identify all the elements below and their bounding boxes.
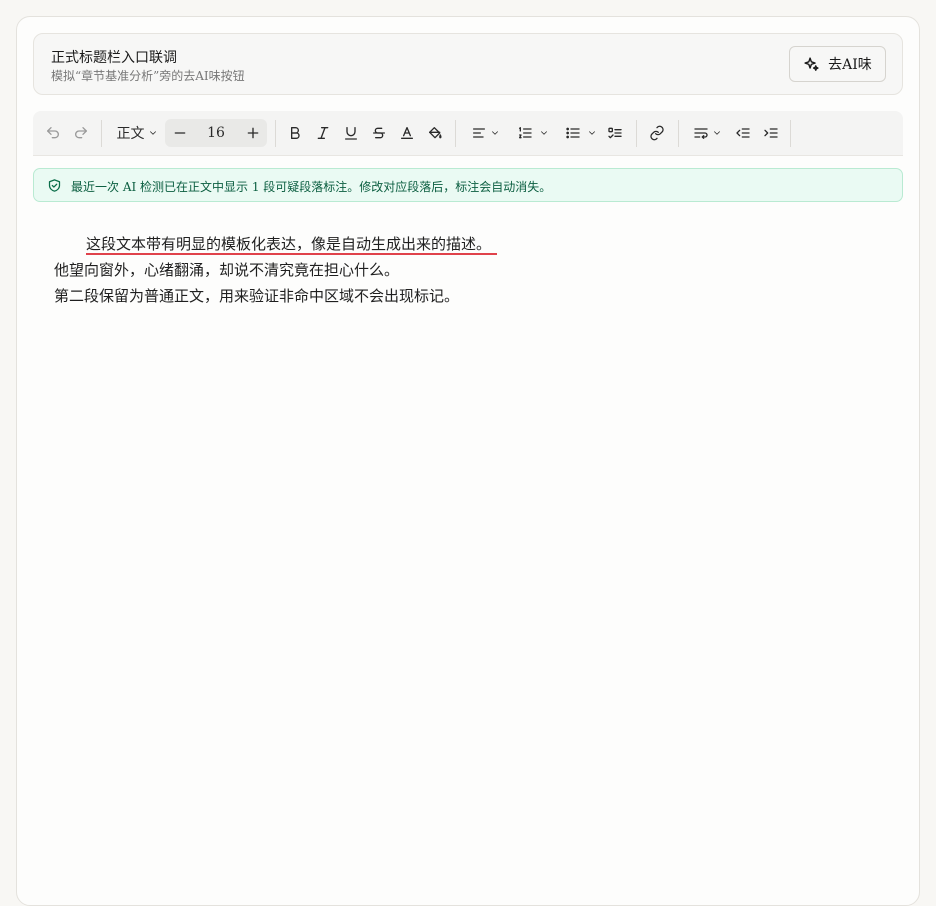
title-bar: 正式标题栏入口联调 模拟“章节基准分析”旁的去AI味按钮 去AI味	[33, 33, 903, 95]
toolbar-divider	[101, 120, 102, 147]
redo-icon	[75, 127, 87, 139]
editor-paragraph[interactable]: 第二段保留为普通正文，用来验证非命中区域不会出现标记。	[54, 283, 894, 309]
toolbar-divider	[790, 120, 791, 147]
font-size-decrease-button[interactable]	[169, 111, 191, 155]
indent-button[interactable]	[761, 111, 781, 155]
italic-button[interactable]	[313, 111, 333, 155]
toolbar-divider	[636, 120, 637, 147]
bold-button[interactable]	[285, 111, 305, 155]
chevron-down-icon	[713, 131, 720, 135]
line-spacing-icon	[693, 128, 708, 139]
line-spacing-select[interactable]	[689, 111, 725, 155]
font-size-increase-button[interactable]	[242, 111, 264, 155]
editor-content[interactable]: 这段文本带有明显的模板化表达，像是自动生成出来的描述。 他望向窗外，心绪翻涌，却…	[54, 231, 894, 309]
deai-button-label: 去AI味	[828, 57, 872, 73]
text-color-button[interactable]	[397, 111, 417, 155]
ordered-list-select[interactable]	[513, 111, 553, 155]
flagged-paragraph[interactable]: 这段文本带有明显的模板化表达，像是自动生成出来的描述。	[86, 235, 498, 255]
editor-paragraph[interactable]: 这段文本带有明显的模板化表达，像是自动生成出来的描述。	[54, 231, 894, 257]
strikethrough-button[interactable]	[369, 111, 389, 155]
link-button[interactable]	[647, 111, 667, 155]
minus-icon	[174, 132, 186, 134]
shield-check-icon	[48, 179, 61, 192]
title-bar-heading: 正式标题栏入口联调	[51, 50, 177, 66]
undo-icon	[47, 127, 59, 139]
italic-icon	[317, 127, 329, 139]
paragraph-style-select[interactable]: 正文	[113, 111, 161, 155]
editor-toolbar: 正文 16	[33, 111, 903, 156]
deai-button[interactable]: 去AI味	[789, 46, 886, 82]
task-list-button[interactable]	[605, 111, 625, 155]
bullet-list-icon	[566, 127, 580, 139]
underline-icon	[345, 127, 357, 140]
toolbar-divider	[678, 120, 679, 147]
highlight-icon	[429, 127, 442, 139]
ordered-list-icon	[519, 127, 532, 139]
title-bar-subtitle: 模拟“章节基准分析”旁的去AI味按钮	[51, 69, 245, 83]
bold-icon	[291, 127, 300, 139]
editor-paragraph[interactable]: 他望向窗外，心绪翻涌，却说不清究竟在担心什么。	[54, 257, 894, 283]
text-color-icon	[401, 127, 413, 139]
align-icon	[472, 128, 485, 138]
redo-button[interactable]	[71, 111, 91, 155]
outdent-button[interactable]	[733, 111, 753, 155]
plus-icon	[247, 127, 259, 139]
highlight-button[interactable]	[425, 111, 445, 155]
chevron-down-icon	[541, 131, 547, 135]
outdent-icon	[736, 128, 750, 138]
ai-detection-notice-text: 最近一次 AI 检测已在正文中显示 1 段可疑段落标注。修改对应段落后，标注会自…	[71, 180, 552, 194]
underline-button[interactable]	[341, 111, 361, 155]
toolbar-divider	[275, 120, 276, 147]
editor-card: 正式标题栏入口联调 模拟“章节基准分析”旁的去AI味按钮 去AI味 正文 16	[16, 16, 920, 906]
paragraph-style-value: 正文	[116, 126, 145, 142]
strikethrough-icon	[373, 127, 385, 139]
chevron-down-icon	[149, 131, 156, 135]
task-list-icon	[608, 127, 622, 139]
font-size-value[interactable]: 16	[204, 111, 228, 155]
ai-detection-notice: 最近一次 AI 检测已在正文中显示 1 段可疑段落标注。修改对应段落后，标注会自…	[33, 168, 903, 202]
undo-button[interactable]	[43, 111, 63, 155]
link-icon	[650, 125, 664, 141]
indent-icon	[764, 128, 778, 138]
chevron-down-icon	[589, 131, 595, 135]
align-select[interactable]	[467, 111, 503, 155]
sparkle-icon	[804, 56, 819, 71]
toolbar-divider	[455, 120, 456, 147]
chevron-down-icon	[491, 131, 498, 135]
bullet-list-select[interactable]	[561, 111, 601, 155]
